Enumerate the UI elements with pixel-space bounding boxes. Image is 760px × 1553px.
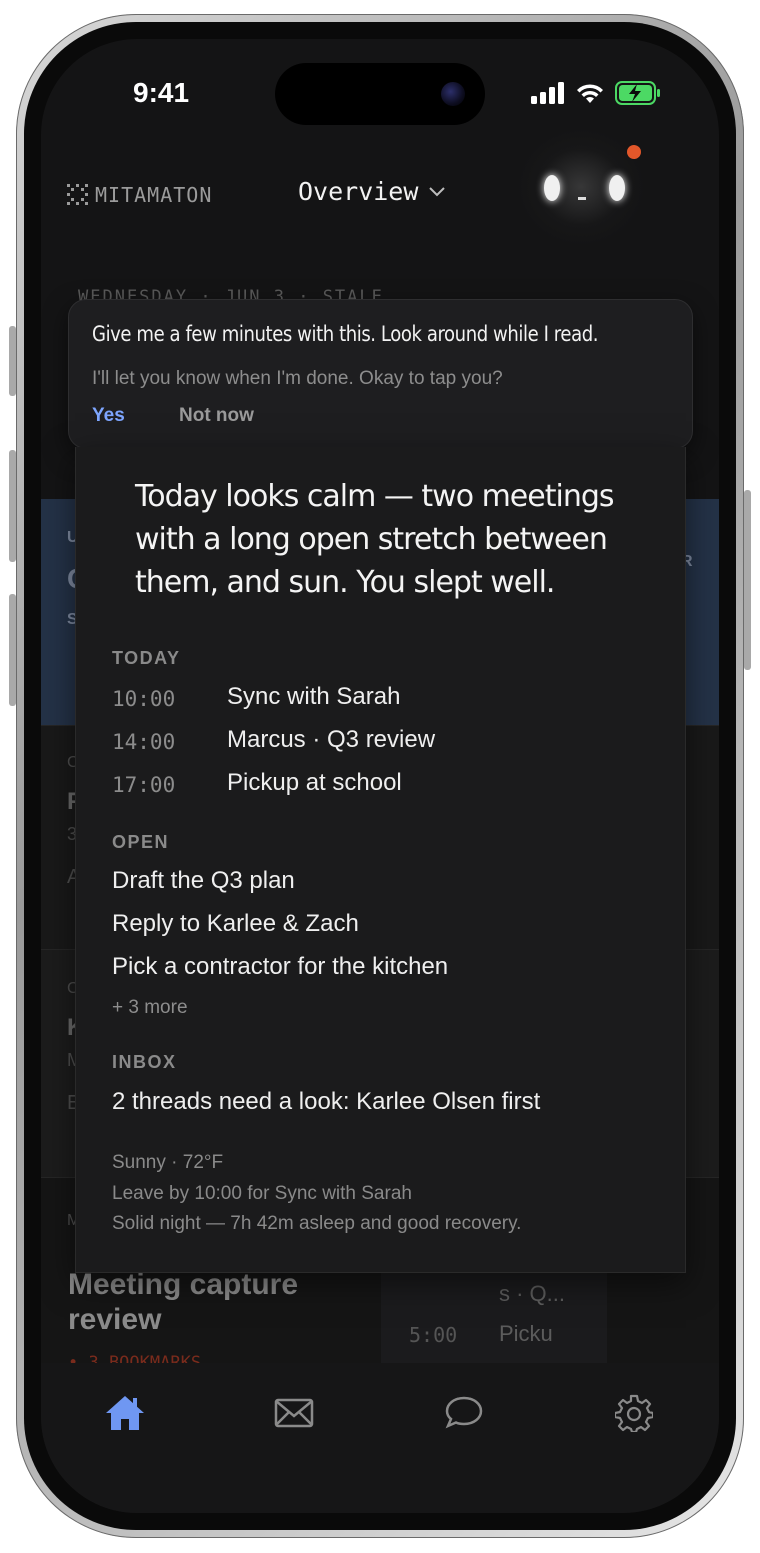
cellular-signal-icon — [531, 82, 564, 104]
tab-chat[interactable] — [442, 1391, 486, 1435]
camera-icon — [441, 82, 465, 106]
chat-icon — [445, 1396, 483, 1429]
weather-note: Sunny · 72°F — [112, 1152, 224, 1173]
event-time: 14:00 — [112, 730, 176, 754]
inbox-section-label: INBOX — [112, 1052, 177, 1072]
battery-charging-icon — [615, 81, 660, 105]
avatar-left-eye — [544, 175, 560, 201]
departure-note: Leave by 10:00 for Sync with Sarah — [112, 1183, 412, 1204]
gear-icon — [615, 1394, 653, 1432]
toast-message: Give me a few minutes with this. Look ar… — [92, 322, 599, 346]
view-switcher[interactable]: Overview — [298, 177, 446, 206]
mini-cal-event: s · Q... — [499, 1281, 565, 1306]
status-icons — [531, 81, 661, 105]
today-section-label: TODAY — [112, 648, 181, 668]
mini-cal-event: Picku — [499, 1321, 553, 1346]
assistant-toast: Give me a few minutes with this. Look ar… — [68, 299, 693, 449]
app-logo: MITAMATON — [67, 183, 212, 207]
tab-settings[interactable] — [612, 1391, 656, 1435]
mini-cal-time: 5:00 — [409, 1323, 458, 1347]
logo-text: MITAMATON — [95, 183, 213, 207]
mini-calendar-preview: s · Q... 5:00 Picku — [381, 1271, 607, 1371]
chevron-down-icon — [429, 186, 446, 196]
open-item[interactable]: Reply to Karlee & Zach — [112, 910, 359, 938]
dynamic-island — [275, 63, 485, 125]
action-button — [9, 326, 16, 396]
power-button — [744, 490, 751, 670]
home-icon — [106, 1396, 144, 1430]
assistant-avatar[interactable] — [516, 127, 646, 247]
event-time: 17:00 — [112, 773, 176, 797]
toast-yes-button[interactable]: Yes — [92, 405, 125, 427]
logo-mark-icon — [67, 184, 88, 205]
wifi-icon — [577, 84, 603, 103]
open-item[interactable]: Draft the Q3 plan — [112, 867, 295, 895]
status-time: 9:41 — [133, 77, 190, 108]
inbox-summary[interactable]: 2 threads need a look: Karlee Olsen firs… — [112, 1088, 540, 1116]
open-section-label: OPEN — [112, 832, 170, 852]
brief-summary: Today looks calm — two meetings with a l… — [135, 479, 615, 600]
tab-bar — [41, 1363, 719, 1513]
toast-subtext: I'll let you know when I'm done. Okay to… — [92, 368, 503, 389]
meeting-capture-title: Meeting capture review — [68, 1268, 299, 1336]
tab-inbox[interactable] — [272, 1391, 316, 1435]
sleep-note: Solid night — 7h 42m asleep and good rec… — [112, 1213, 522, 1234]
screen: 9:41 MITAMATON Overview WEDNESDAY · JUN … — [41, 39, 719, 1513]
event-time: 10:00 — [112, 687, 176, 711]
volume-up-button — [9, 450, 16, 562]
event-title[interactable]: Pickup at school — [227, 769, 402, 797]
view-title: Overview — [298, 177, 419, 206]
daily-brief-panel: Today looks calm — two meetings with a l… — [75, 447, 686, 1273]
avatar-mouth — [578, 197, 586, 200]
open-item[interactable]: Pick a contractor for the kitchen — [112, 953, 448, 981]
tab-home[interactable] — [103, 1391, 147, 1435]
event-title[interactable]: Sync with Sarah — [227, 683, 400, 711]
notification-dot — [627, 145, 641, 159]
toast-not-now-button[interactable]: Not now — [179, 405, 254, 427]
event-title[interactable]: Marcus · Q3 review — [227, 726, 435, 754]
volume-down-button — [9, 594, 16, 706]
mail-icon — [274, 1398, 314, 1428]
more-open-items-link[interactable]: + 3 more — [112, 997, 188, 1019]
avatar-right-eye — [609, 175, 625, 201]
